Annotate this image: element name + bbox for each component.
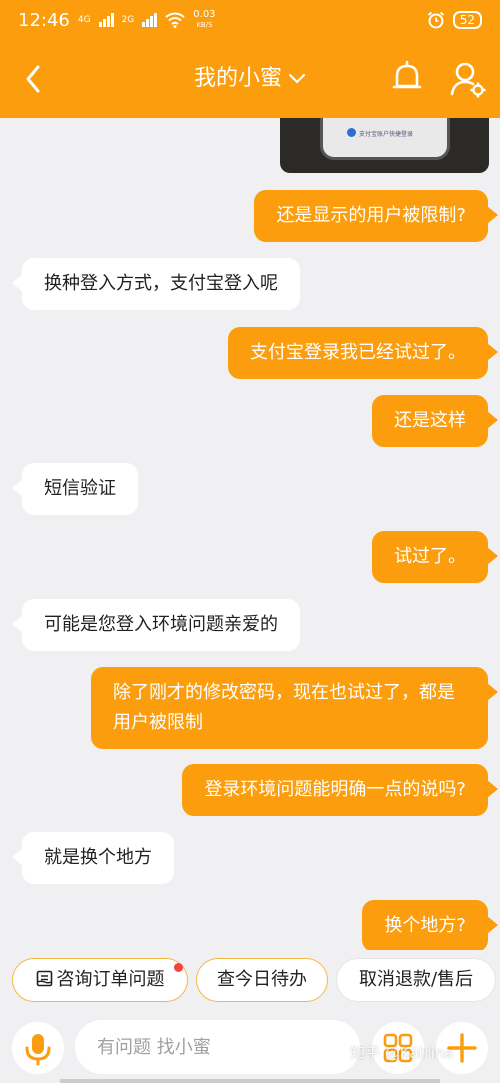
- quick-action-order-inquiry[interactable]: 咨询订单问题: [12, 958, 188, 1002]
- message-bubble-sent: 换个地方?: [362, 900, 498, 950]
- status-bar: 12:46 4G 2G 0.03 KB/S 52: [0, 0, 500, 40]
- message-bubble-sent: 除了刚才的修改密码，现在也试过了，都是用户被限制: [91, 667, 498, 749]
- sim1-signal-icon: 4G: [77, 14, 91, 25]
- quick-action-label: 取消退款/售后: [358, 969, 474, 990]
- signal-bars-2-icon: [142, 13, 158, 27]
- home-indicator: [60, 1079, 440, 1083]
- chat-header: 我的小蜜: [0, 40, 500, 118]
- watermark: 知乎 @Katrina: [350, 1044, 454, 1062]
- message-bubble-sent: 支付宝登录我已经试过了。: [228, 327, 498, 379]
- wifi-icon: [165, 12, 185, 28]
- quick-action-refund[interactable]: 取消退款/售后: [336, 958, 496, 1002]
- alarm-icon: [427, 11, 444, 29]
- signal-bars-icon: [98, 13, 114, 27]
- message-bubble-sent: 还是这样: [372, 395, 498, 447]
- bell-icon[interactable]: [390, 60, 424, 96]
- image-message[interactable]: 支付宝账户快捷登录: [280, 118, 489, 173]
- chat-title-dropdown[interactable]: 我的小蜜: [0, 62, 500, 96]
- quick-action-todo[interactable]: 查今日待办: [196, 958, 328, 1002]
- user-settings-icon[interactable]: [450, 60, 486, 98]
- message-bubble-sent: 登录环境问题能明确一点的说吗?: [182, 764, 498, 816]
- page-title: 我的小蜜: [193, 66, 282, 91]
- message-bubble-sent: 还是显示的用户被限制?: [254, 190, 498, 242]
- battery-indicator: 52: [452, 11, 482, 29]
- message-bubble-sent: 试过了。: [372, 531, 498, 583]
- message-bubble-received: 可能是您登入环境问题亲爱的: [12, 599, 300, 651]
- screenshot-thumbnail: 支付宝账户快捷登录: [320, 118, 450, 160]
- quick-action-label: 咨询订单问题: [56, 969, 165, 990]
- voice-button[interactable]: [12, 1022, 64, 1074]
- message-bubble-received: 就是换个地方: [12, 832, 174, 884]
- microphone-icon: [25, 1034, 51, 1066]
- message-input[interactable]: [75, 1020, 360, 1074]
- chat-area[interactable]: 支付宝账户快捷登录 还是显示的用户被限制? 换种登入方式，支付宝登入呢 支付宝登…: [0, 118, 500, 950]
- message-bubble-received: 短信验证: [12, 463, 138, 515]
- chevron-down-icon: [288, 73, 306, 84]
- net-speed: 0.03 KB/S: [193, 9, 216, 30]
- message-bubble-received: 换种登入方式，支付宝登入呢: [12, 258, 300, 310]
- status-time: 12:46: [18, 9, 70, 31]
- quick-action-label: 查今日待办: [217, 969, 307, 990]
- notification-dot: [174, 963, 183, 972]
- receipt-icon: [36, 970, 52, 987]
- sim2-signal-icon: 2G: [121, 14, 135, 25]
